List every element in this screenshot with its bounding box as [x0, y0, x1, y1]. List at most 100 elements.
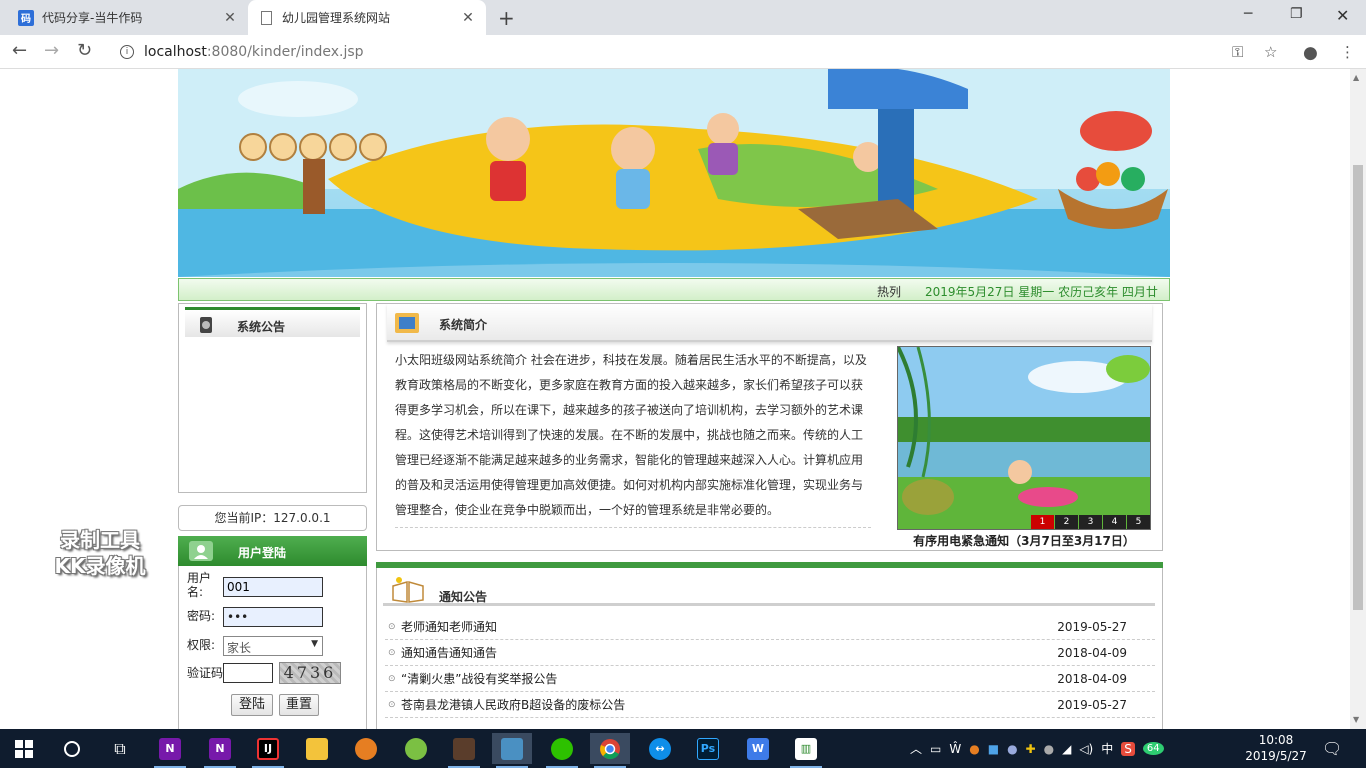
- ime-indicator[interactable]: 中: [1101, 740, 1113, 757]
- captcha-label: 验证码: [187, 666, 224, 680]
- forward-icon[interactable]: →: [44, 40, 59, 61]
- slideshow-page-button[interactable]: 3: [1079, 515, 1102, 529]
- tray-app-orange-icon[interactable]: ●: [969, 742, 979, 756]
- tab-kinder[interactable]: 幼儿园管理系统网站 ✕: [248, 0, 486, 35]
- app-orange-icon[interactable]: [346, 733, 386, 764]
- bullet-icon: ⊙: [388, 622, 396, 632]
- notice-panel: 通知公告 ⊙ 老师通知老师通知 2019-05-27 ⊙ 通知通告通知通告 20…: [376, 568, 1163, 729]
- list-item[interactable]: ⊙ 老师通知老师通知 2019-05-27: [385, 614, 1155, 640]
- login-title: 用户登陆: [238, 546, 287, 560]
- list-item[interactable]: ⊙ “清剿火患”战役有奖举报公告 2018-04-09: [385, 666, 1155, 692]
- tab-close-icon[interactable]: ✕: [222, 10, 238, 26]
- notice-item-date: 2019-05-27: [1057, 698, 1127, 712]
- tab-strip: 码 代码分享-当牛作码 ✕ 幼儿园管理系统网站 ✕ + ─ ❐ ✕: [0, 0, 1366, 35]
- page-scrollbar[interactable]: ▲ ▼: [1350, 69, 1366, 729]
- address-bar[interactable]: i localhost:8080/kinder/index.jsp: [108, 39, 1288, 65]
- scroll-down-icon[interactable]: ▼: [1353, 715, 1359, 724]
- slideshow-page-button[interactable]: 2: [1055, 515, 1078, 529]
- system-intro-text: 小太阳班级网站系统简介 社会在进步，科技在发展。随着居民生活水平的不断提高，以及…: [395, 348, 871, 528]
- taskbar: ⧉ N N IJ ↔ Ps W ▥ ︿ ▭ Ŵ ● ■ ● ✚ ● ◢ ◁) 中…: [0, 729, 1366, 768]
- list-item[interactable]: ⊙ 苍南县龙港镇人民政府B超设备的废标公告 2019-05-27: [385, 692, 1155, 718]
- tray-app-gray-icon[interactable]: ●: [1044, 742, 1054, 756]
- notice-list: ⊙ 老师通知老师通知 2019-05-27 ⊙ 通知通告通知通告 2018-04…: [385, 614, 1155, 718]
- tray-app-plus-icon[interactable]: ✚: [1026, 742, 1036, 756]
- photoshop-icon[interactable]: Ps: [688, 733, 728, 764]
- volume-icon[interactable]: ◁): [1079, 742, 1093, 756]
- role-select[interactable]: 家长 ▼: [223, 636, 323, 656]
- slideshow-page-button[interactable]: 5: [1127, 515, 1150, 529]
- slideshow-caption[interactable]: 有序用电紧急通知（3月7日至3月17日）: [897, 532, 1151, 549]
- notice-item-title[interactable]: 苍南县龙港镇人民政府B超设备的废标公告: [401, 692, 625, 718]
- clock[interactable]: 10:08 2019/5/27: [1244, 732, 1308, 764]
- file-explorer-icon[interactable]: [297, 733, 337, 764]
- scrollbar-thumb[interactable]: [1353, 165, 1363, 610]
- hot-label: 热列: [877, 285, 902, 299]
- intellij-icon[interactable]: IJ: [248, 733, 288, 768]
- watermark-line2: KK录像机: [54, 554, 146, 578]
- username-input[interactable]: [223, 577, 323, 597]
- start-icon[interactable]: [4, 733, 44, 764]
- login-button[interactable]: 登陆: [231, 694, 273, 716]
- app-chart-icon[interactable]: ▥: [786, 733, 826, 768]
- login-header: 用户登陆: [178, 536, 367, 566]
- scroll-up-icon[interactable]: ▲: [1353, 73, 1359, 82]
- captcha-image[interactable]: 4736: [279, 662, 341, 684]
- notice-item-date: 2018-04-09: [1057, 672, 1127, 686]
- slideshow-photo[interactable]: 1 2 3 4 5: [897, 346, 1151, 530]
- task-view-icon[interactable]: ⧉: [100, 733, 140, 764]
- wechat-icon[interactable]: [542, 733, 582, 768]
- notice-item-title[interactable]: 通知通告通知通告: [401, 640, 497, 666]
- header-banner: [178, 69, 1170, 277]
- battery-badge[interactable]: 64: [1142, 742, 1164, 755]
- notice-item-title[interactable]: “清剿火患”战役有奖举报公告: [401, 666, 557, 692]
- slideshow-page-button[interactable]: 4: [1103, 515, 1126, 529]
- role-value: 家长: [227, 641, 252, 655]
- chevron-down-icon: ▼: [311, 639, 318, 649]
- reload-icon[interactable]: ↻: [77, 40, 92, 61]
- network-icon[interactable]: ◢: [1062, 742, 1071, 756]
- app-dark-icon[interactable]: [444, 733, 484, 768]
- password-label: 密码:: [187, 609, 216, 623]
- onenote-icon[interactable]: N: [150, 733, 190, 768]
- bookmark-star-icon[interactable]: ☆: [1264, 43, 1277, 61]
- new-tab-icon[interactable]: +: [498, 6, 515, 30]
- app-green-icon[interactable]: [396, 733, 436, 764]
- maximize-icon[interactable]: ❐: [1290, 6, 1303, 22]
- show-hidden-icons-icon[interactable]: ︿: [910, 740, 922, 757]
- back-icon[interactable]: ←: [12, 40, 27, 61]
- chrome-icon[interactable]: [590, 733, 630, 768]
- ime-tray-icon[interactable]: Ŵ: [949, 742, 961, 756]
- key-icon[interactable]: ⚿: [1232, 43, 1243, 61]
- close-window-icon[interactable]: ✕: [1336, 6, 1349, 25]
- tab-code-share[interactable]: 码 代码分享-当牛作码 ✕: [8, 0, 248, 35]
- speaker-icon: [200, 317, 212, 333]
- onenote-2-icon[interactable]: N: [200, 733, 240, 768]
- role-label: 权限:: [187, 638, 216, 652]
- app-blue-icon[interactable]: [492, 733, 532, 768]
- teamviewer-icon[interactable]: ↔: [640, 733, 680, 764]
- list-item[interactable]: ⊙ 通知通告通知通告 2018-04-09: [385, 640, 1155, 666]
- profile-icon[interactable]: ●: [1303, 43, 1318, 63]
- tab-close-icon[interactable]: ✕: [460, 10, 476, 26]
- minimize-icon[interactable]: ─: [1244, 6, 1252, 22]
- sogou-icon[interactable]: S: [1121, 741, 1135, 756]
- system-intro-header: 系统简介: [387, 304, 1152, 342]
- search-icon[interactable]: [52, 733, 92, 764]
- url-path: :8080/kinder/index.jsp: [206, 44, 364, 60]
- wps-icon[interactable]: W: [738, 733, 778, 764]
- captcha-input[interactable]: [223, 663, 273, 683]
- chat-tray-icon[interactable]: ▭: [930, 742, 941, 756]
- tray-app-blue-icon[interactable]: ■: [988, 742, 999, 756]
- site-info-icon[interactable]: i: [120, 45, 134, 59]
- date-info-bar: 热列 2019年5月27日 星期一 农历己亥年 四月廿三: [178, 278, 1170, 316]
- tray-app-globe-icon[interactable]: ●: [1007, 742, 1017, 756]
- menu-icon[interactable]: ⋮: [1340, 43, 1355, 61]
- password-input[interactable]: •••: [223, 607, 323, 627]
- reset-button[interactable]: 重置: [279, 694, 319, 716]
- notice-item-title[interactable]: 老师通知老师通知: [401, 614, 497, 640]
- bullet-icon: ⊙: [388, 648, 396, 658]
- slideshow-page-button[interactable]: 1: [1031, 515, 1054, 529]
- system-intro-title: 系统简介: [439, 318, 488, 332]
- system-notice-header: 系统公告: [185, 307, 360, 337]
- notification-icon[interactable]: 🗨: [1322, 729, 1342, 768]
